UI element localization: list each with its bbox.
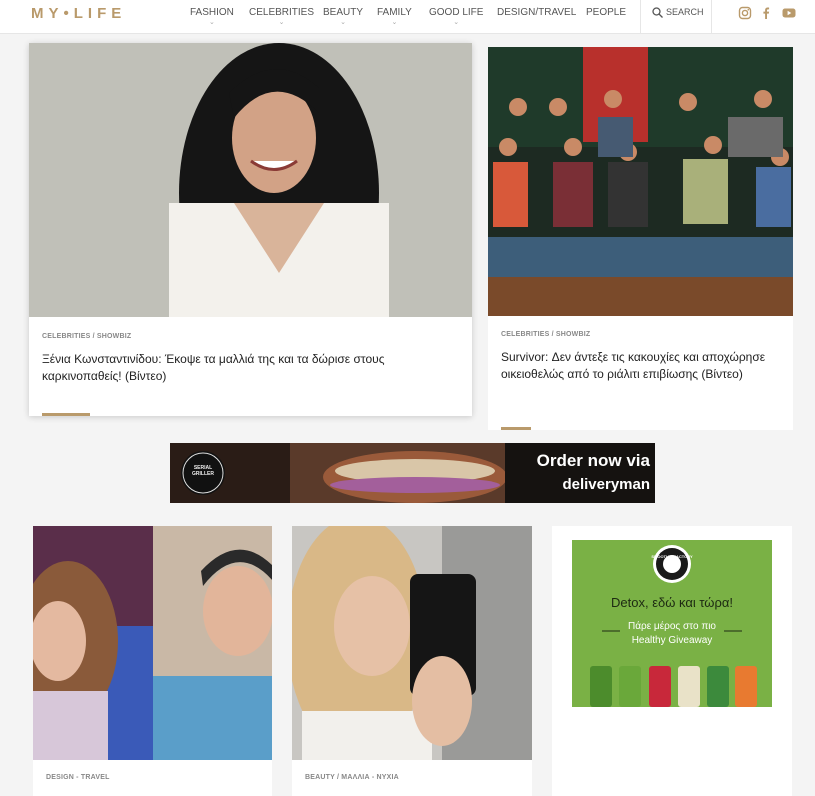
chevron-down-icon: ⌄ bbox=[453, 19, 460, 26]
article-image[interactable] bbox=[33, 526, 272, 760]
smoothie-ad[interactable]: SMOOTHIE FACTORY Detox, εδώ και τώρα! Πά… bbox=[572, 540, 772, 707]
chevron-down-icon: ⌄ bbox=[278, 19, 285, 26]
nav-label: GOOD LIFE bbox=[429, 7, 484, 18]
nav-item-beauty[interactable]: BEAUTY ⌄ bbox=[323, 7, 363, 27]
ad-subline: deliveryman bbox=[562, 476, 650, 493]
nav-item-people[interactable]: PEOPLE bbox=[586, 7, 626, 18]
search-button[interactable]: SEARCH bbox=[640, 0, 712, 34]
nav-item-celebrities[interactable]: CELEBRITIES ⌄ bbox=[249, 7, 314, 27]
top-navbar: MY•LIFE FASHION ⌄ CELEBRITIES ⌄ BEAUTY ⌄… bbox=[0, 0, 815, 34]
youtube-icon[interactable] bbox=[782, 6, 796, 20]
article-card[interactable]: CELEBRITIES / SHOWBIZ Ξένια Κωνσταντινίδ… bbox=[29, 43, 472, 416]
nav-item-family[interactable]: FAMILY ⌄ bbox=[377, 7, 412, 27]
accent-bar bbox=[501, 427, 531, 430]
accent-bar bbox=[42, 413, 90, 416]
article-category[interactable]: CELEBRITIES / SHOWBIZ bbox=[501, 331, 590, 338]
nav-label: BEAUTY bbox=[323, 7, 364, 18]
facebook-icon[interactable] bbox=[759, 6, 773, 20]
site-logo[interactable]: MY•LIFE bbox=[31, 5, 126, 22]
article-card[interactable]: BEAUTY / ΜΑΛΛΙΑ - ΝΥΧΙΑ bbox=[292, 526, 532, 796]
chevron-down-icon: ⌄ bbox=[391, 19, 398, 26]
smoothie-logo: SMOOTHIE FACTORY bbox=[651, 554, 693, 559]
article-image[interactable] bbox=[488, 47, 793, 316]
instagram-icon[interactable] bbox=[738, 6, 752, 20]
ad-subline-2: Healthy Giveaway bbox=[572, 634, 772, 647]
article-image[interactable] bbox=[292, 526, 532, 760]
ad-line: Healthy Giveaway bbox=[631, 635, 713, 646]
ad-box[interactable]: SMOOTHIE FACTORY Detox, εδώ και τώρα! Πά… bbox=[552, 526, 792, 796]
article-image[interactable] bbox=[29, 43, 472, 317]
article-category[interactable]: BEAUTY / ΜΑΛΛΙΑ - ΝΥΧΙΑ bbox=[305, 774, 399, 781]
nav-label: CELEBRITIES bbox=[249, 7, 315, 18]
search-icon bbox=[652, 7, 663, 18]
chevron-down-icon: ⌄ bbox=[340, 19, 346, 26]
ad-banner[interactable]: SERIAL GRILLER Order now via deliveryman bbox=[170, 443, 655, 503]
nav-label: FAMILY bbox=[377, 7, 412, 18]
chevron-down-icon: ⌄ bbox=[209, 19, 215, 26]
ad-subline-1: Πάρε μέρος στο πιο bbox=[572, 620, 772, 633]
search-label: SEARCH bbox=[666, 7, 704, 17]
article-title[interactable]: Survivor: Δεν άντεξε τις κακουχίες και α… bbox=[501, 349, 786, 383]
article-category[interactable]: CELEBRITIES / SHOWBIZ bbox=[42, 333, 131, 340]
nav-label: FASHION bbox=[190, 7, 234, 18]
nav-label: PEOPLE bbox=[586, 7, 627, 18]
nav-item-good-life[interactable]: GOOD LIFE ⌄ bbox=[429, 7, 483, 27]
article-title[interactable]: Ξένια Κωνσταντινίδου: Έκοψε τα μαλλιά τη… bbox=[42, 351, 462, 385]
article-category[interactable]: DESIGN - TRAVEL bbox=[46, 774, 110, 781]
ad-headline: Order now via bbox=[536, 451, 650, 470]
nav-item-fashion[interactable]: FASHION ⌄ bbox=[190, 7, 234, 27]
nav-label: DESIGN/TRAVEL bbox=[497, 7, 577, 18]
nav-item-design-travel[interactable]: DESIGN/TRAVEL bbox=[497, 7, 576, 18]
article-card[interactable]: DESIGN - TRAVEL bbox=[33, 526, 272, 796]
ad-line: Πάρε μέρος στο πιο bbox=[628, 621, 716, 632]
ad-headline: Detox, εδώ και τώρα! bbox=[611, 595, 733, 610]
article-card[interactable]: CELEBRITIES / SHOWBIZ Survivor: Δεν άντε… bbox=[488, 47, 793, 430]
